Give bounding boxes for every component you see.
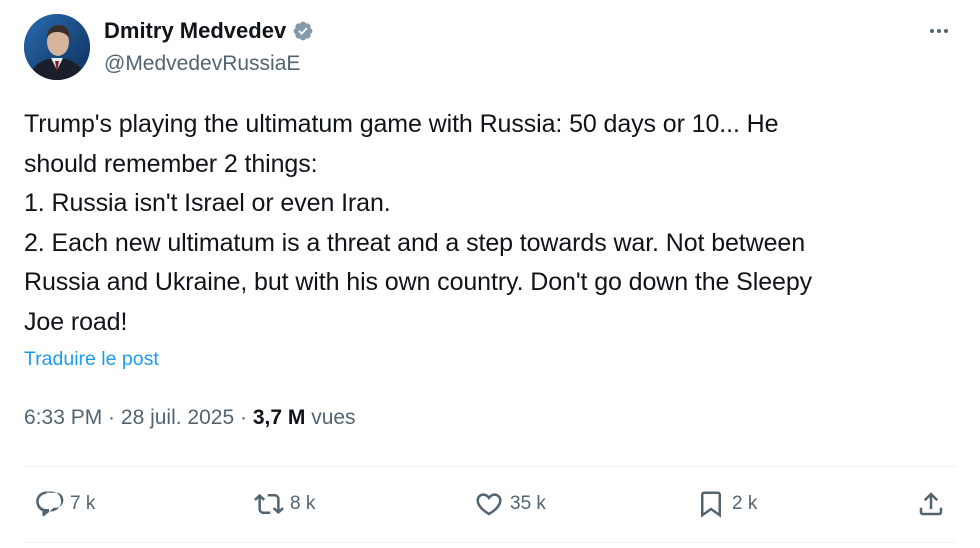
reply-icon	[36, 491, 64, 517]
tweet-card: Dmitry Medvedev @MedvedevRussiaE Trump's…	[0, 0, 980, 548]
retweet-count: 8 k	[290, 493, 316, 514]
share-button[interactable]	[916, 486, 946, 522]
like-button[interactable]: 35 k	[474, 486, 546, 522]
tweet-text-line: Trump's playing the ultimatum game with …	[24, 110, 779, 138]
more-horizontal-icon[interactable]	[926, 18, 952, 44]
author-name[interactable]: Dmitry Medvedev	[104, 16, 286, 46]
tweet-text-line: 1. Russia isn't Israel or even Iran.	[24, 189, 391, 217]
author-handle[interactable]: @MedvedevRussiaE	[104, 50, 300, 78]
retweet-icon	[254, 493, 284, 515]
tweet-text-line: 2. Each new ultimatum is a threat and a …	[24, 228, 806, 257]
retweet-button[interactable]: 8 k	[254, 486, 315, 522]
tweet-text: Trump's playing the ultimatum game with …	[24, 105, 959, 342]
author-name-row[interactable]: Dmitry Medvedev	[104, 16, 314, 46]
avatar-image	[24, 14, 90, 80]
bookmark-count: 2 k	[732, 493, 758, 514]
bookmark-icon	[701, 491, 721, 518]
bookmark-button[interactable]: 2 k	[696, 486, 757, 522]
translate-post-link[interactable]: Traduire le post	[24, 345, 159, 373]
like-count: 35 k	[510, 493, 546, 514]
avatar[interactable]	[24, 14, 90, 80]
tweet-text-line: should remember 2 things:	[24, 149, 318, 178]
tweet-meta: 6:33 PM · 28 juil. 2025 · 3,7 M vues	[24, 402, 356, 434]
share-icon	[919, 492, 943, 516]
action-bar: 7 k 8 k 35 k 2 k	[24, 468, 956, 540]
views-count: 3,7 M	[252, 406, 306, 429]
heart-icon	[476, 493, 502, 516]
meta-separator: ·	[234, 406, 253, 429]
meta-separator: ·	[102, 406, 121, 429]
views-label: vues	[305, 406, 356, 429]
tweet-date[interactable]: 28 juil. 2025	[121, 406, 234, 429]
divider	[24, 466, 956, 467]
tweet-text-line: Joe road!	[24, 307, 128, 336]
tweet-time[interactable]: 6:33 PM	[24, 406, 102, 429]
reply-button[interactable]: 7 k	[34, 486, 95, 522]
divider	[24, 542, 956, 543]
reply-count: 7 k	[70, 493, 96, 514]
tweet-text-line: Russia and Ukraine, but with his own cou…	[24, 268, 813, 296]
verified-badge-icon[interactable]	[292, 20, 314, 42]
